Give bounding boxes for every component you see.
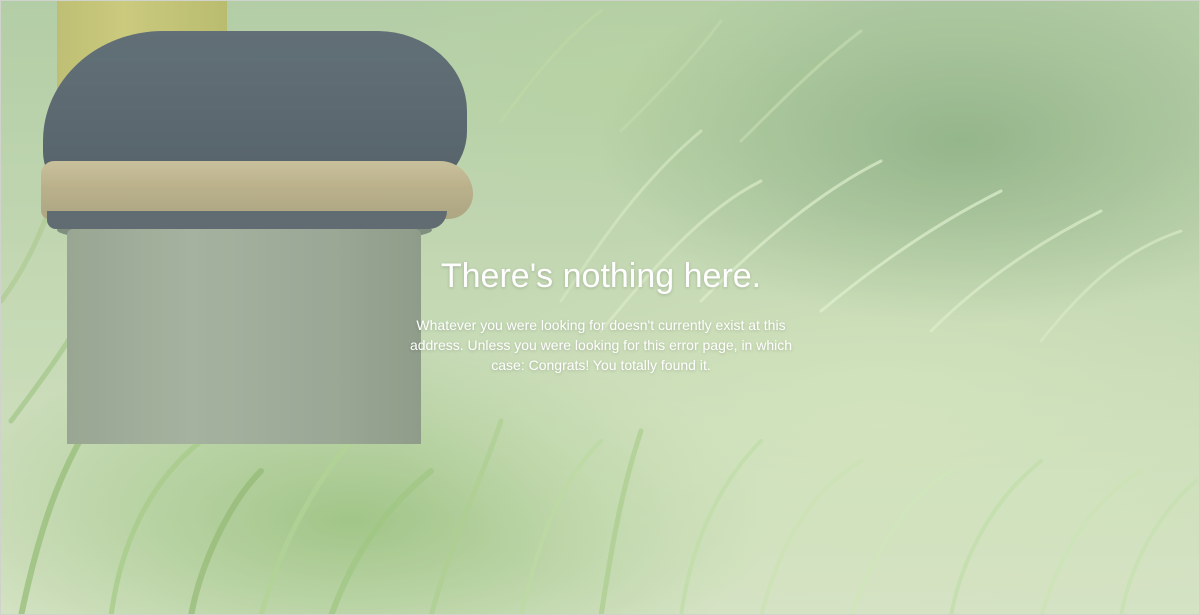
error-message-block: There's nothing here. Whatever you were … [381,253,821,375]
page-title: There's nothing here. [440,257,762,295]
error-description: Whatever you were looking for doesn't cu… [409,317,793,373]
error-page: There's nothing here. Whatever you were … [0,0,1200,615]
